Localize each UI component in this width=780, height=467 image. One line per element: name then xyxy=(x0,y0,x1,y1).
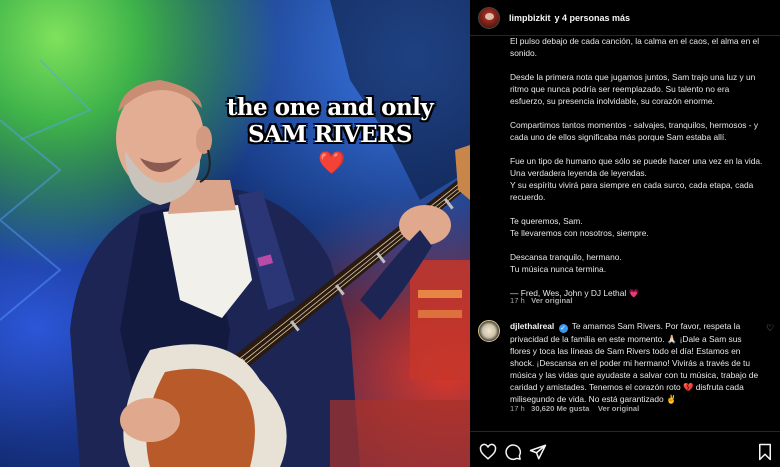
comment-meta: 17 h 30,620 Me gusta Ver original xyxy=(510,404,639,413)
commenter-username[interactable]: djlethalreal xyxy=(510,321,554,331)
caption-paragraph: Te queremos, Sam. xyxy=(510,216,583,226)
coauthors-link[interactable]: y 4 personas más xyxy=(555,13,631,23)
bookmark-icon[interactable] xyxy=(756,443,774,461)
caption-paragraph: El pulso debajo de cada canción, la calm… xyxy=(510,36,760,58)
comment: djlethalreal ✓ Te amamos Sam Rivers. Por… xyxy=(510,320,760,405)
commenter-avatar[interactable] xyxy=(478,320,500,342)
post-caption: El pulso debajo de cada canción, la calm… xyxy=(510,36,766,311)
caption-meta: 17 h Ver original xyxy=(510,296,572,305)
verified-badge-icon: ✓ xyxy=(558,324,568,333)
caption-paragraph: Fue un tipo de humano que sólo se puede … xyxy=(510,156,763,166)
author-username[interactable]: limpbizkit xyxy=(509,13,551,23)
caption-paragraph: Te llevaremos con nosotros, siempre. xyxy=(510,228,649,238)
heart-outline-icon[interactable] xyxy=(479,443,497,461)
post-header: limpbizkit y 4 personas más xyxy=(470,0,780,36)
comment-like-icon[interactable]: ♡ xyxy=(766,323,774,334)
post-side-panel: limpbizkit y 4 personas más El pulso deb… xyxy=(470,0,780,467)
post-actions xyxy=(470,440,780,464)
share-icon[interactable] xyxy=(529,443,547,461)
concert-photo-illustration xyxy=(0,0,470,467)
comment-text: Te amamos Sam Rivers. Por favor, respeta… xyxy=(510,321,759,404)
comment-icon[interactable] xyxy=(504,443,522,461)
divider xyxy=(470,431,780,432)
caption-paragraph: Y su espíritu vivirá para siempre en cad… xyxy=(510,180,754,202)
caption-paragraph: Compartimos tantos momentos - salvajes, … xyxy=(510,120,759,142)
caption-translate-link[interactable]: Ver original xyxy=(531,296,572,305)
author-avatar[interactable] xyxy=(478,6,500,29)
overlay-heart-emoji: ❤️ xyxy=(318,150,346,175)
caption-paragraph: Una verdadera leyenda de leyendas. xyxy=(510,168,647,178)
caption-time[interactable]: 17 h xyxy=(510,296,525,305)
caption-paragraph: Tu música nunca termina. xyxy=(510,264,607,274)
comment-likes[interactable]: 30,620 Me gusta xyxy=(531,404,589,413)
comment-translate-link[interactable]: Ver original xyxy=(598,404,639,413)
post-image[interactable]: the one and only SAM RIVERS ❤️ xyxy=(0,0,470,467)
overlay-title-line1: the one and only xyxy=(226,94,434,121)
comment-time[interactable]: 17 h xyxy=(510,404,525,413)
caption-paragraph: Desde la primera nota que jugamos juntos… xyxy=(510,72,756,106)
overlay-title-line2: SAM RIVERS xyxy=(248,121,412,148)
caption-paragraph: Descansa tranquilo, hermano. xyxy=(510,252,622,262)
